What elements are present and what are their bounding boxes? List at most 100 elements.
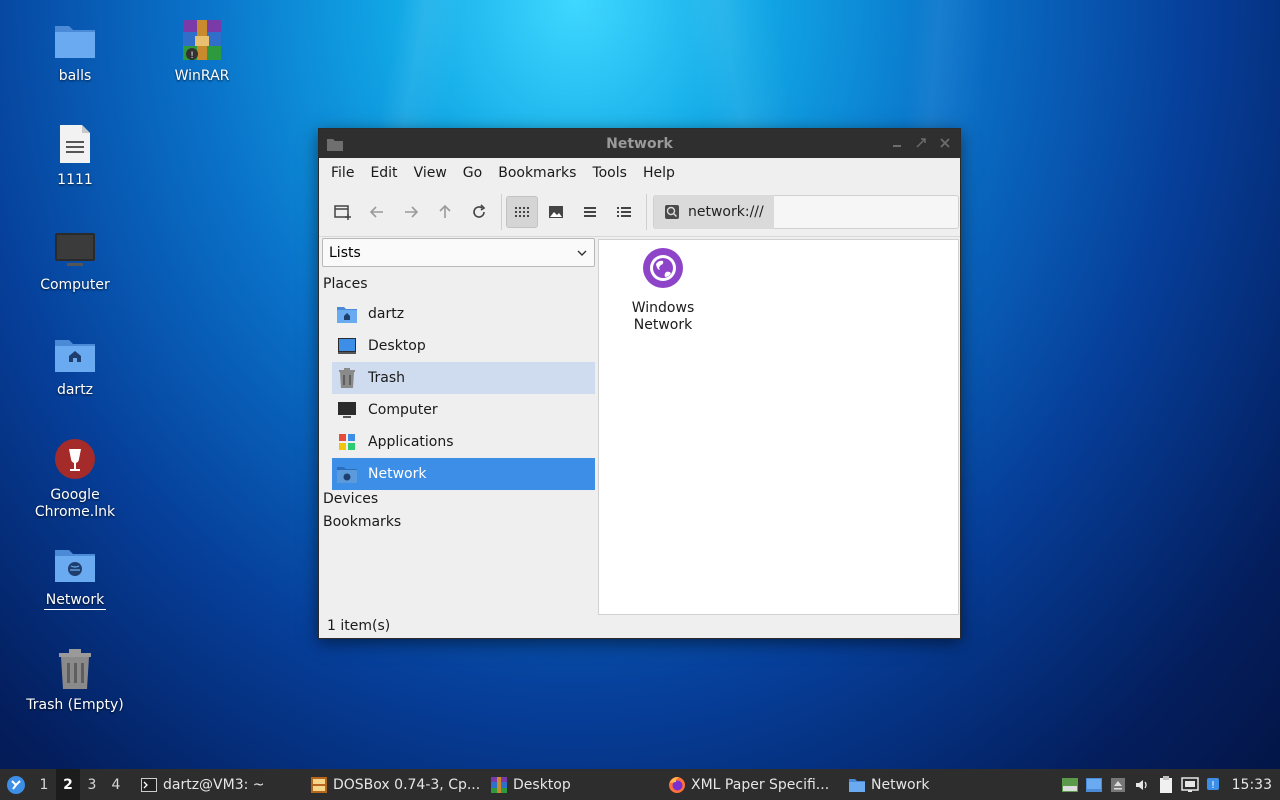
task-dosbox[interactable]: DOSBox 0.74-3, Cp...: [306, 769, 486, 800]
arrow-up-icon: [439, 204, 451, 218]
file-item-label: Windows Network: [631, 300, 695, 333]
thumbnail-view-button[interactable]: [540, 196, 572, 228]
back-button[interactable]: [361, 196, 393, 228]
detail-view-button[interactable]: [608, 196, 640, 228]
location-bar[interactable]: network:///: [653, 194, 959, 229]
desktop-icon-balls[interactable]: balls: [15, 16, 135, 85]
task-terminal[interactable]: dartz@VM3: ~: [136, 769, 306, 800]
eject-icon[interactable]: [1106, 769, 1130, 800]
close-button[interactable]: [938, 136, 952, 150]
clock[interactable]: 15:33: [1226, 777, 1280, 793]
toolbar-separator: [501, 193, 502, 230]
desktop-icon-network[interactable]: Network: [15, 540, 135, 610]
desktop-icon-label: 1111: [57, 172, 93, 188]
side-pane-mode-select[interactable]: Lists: [322, 238, 595, 267]
sidebar-item-dartz[interactable]: dartz: [332, 298, 595, 330]
start-menu-button[interactable]: [0, 769, 32, 800]
task-label: XML Paper Specifi...: [691, 776, 830, 793]
menu-bookmarks[interactable]: Bookmarks: [490, 165, 584, 181]
detail-list-icon: [617, 206, 631, 217]
sidebar-item-computer[interactable]: Computer: [332, 394, 595, 426]
clipboard-icon[interactable]: [1154, 769, 1178, 800]
task-firefox[interactable]: XML Paper Specifi...: [664, 769, 844, 800]
new-tab-button[interactable]: [327, 196, 359, 228]
arrow-left-icon: [369, 205, 383, 218]
network-folder-icon: [337, 464, 357, 484]
wine-icon: [51, 435, 99, 483]
devices-section-header[interactable]: Devices: [323, 491, 378, 507]
reload-icon: [473, 203, 486, 218]
icon-view-button[interactable]: [506, 195, 538, 228]
maximize-button[interactable]: [914, 136, 928, 150]
arrow-right-icon: [405, 205, 419, 218]
location-text: network:///: [688, 203, 764, 220]
volume-icon[interactable]: [1130, 769, 1154, 800]
side-pane-mode-value: Lists: [329, 244, 361, 261]
task-label: dartz@VM3: ~: [163, 776, 265, 793]
forward-button[interactable]: [395, 196, 427, 228]
minimize-button[interactable]: [890, 136, 904, 150]
desktop-icon-winrar[interactable]: ! WinRAR: [142, 16, 262, 85]
firefox-icon: [669, 776, 685, 793]
bookmarks-section-header[interactable]: Bookmarks: [323, 514, 401, 530]
workspace-3[interactable]: 3: [80, 769, 104, 800]
menu-tools[interactable]: Tools: [584, 165, 635, 181]
desktop-icon-1111[interactable]: 1111: [15, 120, 135, 189]
sidebar-item-network[interactable]: Network: [332, 458, 595, 490]
new-tab-icon: [334, 204, 351, 220]
chevron-down-icon: [577, 250, 587, 256]
notification-icon[interactable]: !: [1202, 769, 1226, 800]
task-network[interactable]: Network: [844, 769, 964, 800]
svg-text:!: !: [190, 51, 194, 61]
list-icon: [584, 206, 596, 217]
toolbar-separator: [646, 193, 647, 230]
window-titlebar[interactable]: Network: [319, 129, 960, 158]
task-label: Network: [871, 776, 930, 793]
status-text: 1 item(s): [327, 618, 391, 634]
menu-view[interactable]: View: [406, 165, 455, 181]
taskbar: 1 2 3 4 dartz@VM3: ~ DOSBox 0.74-3, Cp..…: [0, 769, 1280, 800]
compact-view-button[interactable]: [574, 196, 606, 228]
search-icon: [665, 204, 679, 219]
workspace-4[interactable]: 4: [104, 769, 128, 800]
menu-file[interactable]: File: [323, 165, 362, 181]
desktop-icon-computer[interactable]: Computer: [15, 225, 135, 294]
sidebar-item-applications[interactable]: Applications: [332, 426, 595, 458]
network-status-icon[interactable]: [1178, 769, 1202, 800]
reload-button[interactable]: [463, 196, 495, 228]
home-folder-icon: [51, 330, 99, 378]
workspace-2[interactable]: 2: [56, 769, 80, 800]
network-folder-icon: [51, 540, 99, 588]
sidebar-item-label: Desktop: [368, 338, 426, 354]
desktop-icon-google-chrome-lnk[interactable]: Google Chrome.lnk: [15, 435, 135, 521]
svg-text:!: !: [1211, 780, 1215, 791]
drive-icon[interactable]: [1058, 769, 1082, 800]
side-pane: Lists Places dartz Desktop Trash Compute…: [320, 238, 597, 614]
workspace-1[interactable]: 1: [32, 769, 56, 800]
globe-icon: [643, 248, 683, 288]
task-desktop[interactable]: Desktop: [486, 769, 664, 800]
show-desktop-icon[interactable]: [1082, 769, 1106, 800]
winrar-icon: [491, 776, 507, 793]
desktop-icon-trash[interactable]: Trash (Empty): [15, 645, 135, 714]
menu-edit[interactable]: Edit: [362, 165, 405, 181]
system-tray: ! 15:33: [1058, 769, 1280, 800]
sidebar-item-label: Computer: [368, 402, 438, 418]
desktop-icon-dartz[interactable]: dartz: [15, 330, 135, 399]
sidebar-item-trash[interactable]: Trash: [332, 362, 595, 394]
desktop-icon: [337, 336, 357, 356]
status-bar: 1 item(s): [319, 614, 960, 638]
up-button[interactable]: [429, 196, 461, 228]
toolbar: network:///: [319, 187, 960, 237]
sidebar-item-desktop[interactable]: Desktop: [332, 330, 595, 362]
places-section-header[interactable]: Places: [323, 276, 368, 292]
file-item-windows-network[interactable]: Windows Network: [611, 246, 715, 334]
location-crumb[interactable]: network:///: [654, 194, 774, 229]
menu-help[interactable]: Help: [635, 165, 683, 181]
menu-go[interactable]: Go: [455, 165, 490, 181]
winrar-icon: !: [178, 16, 226, 64]
task-label: DOSBox 0.74-3, Cp...: [333, 776, 481, 793]
desktop-icon-label: WinRAR: [174, 68, 230, 84]
file-view[interactable]: Windows Network: [598, 239, 959, 615]
monitor-icon: [337, 400, 357, 420]
